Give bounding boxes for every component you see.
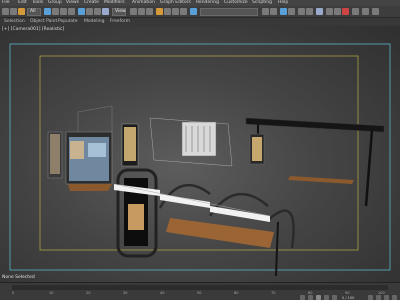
curve-editor-icon[interactable] xyxy=(298,8,305,15)
scene-explorer-icon[interactable] xyxy=(280,8,287,15)
camera-viewport[interactable]: [+] [Camera001] [Realistic] None Selecte… xyxy=(0,26,400,282)
light-box-panel xyxy=(121,123,139,167)
previous-frame-icon[interactable] xyxy=(308,295,313,300)
tick-label: 20 xyxy=(86,291,91,295)
wooden-bench-right xyxy=(288,176,354,184)
keyboard-shortcut-icon[interactable] xyxy=(146,8,153,15)
tick-label: 40 xyxy=(160,291,165,295)
bus-shelter-left xyxy=(47,105,113,191)
tick-label: 60 xyxy=(234,291,239,295)
tick-label: 90 xyxy=(345,291,350,295)
bus-shelter-wire xyxy=(149,117,233,167)
time-slider[interactable] xyxy=(12,285,388,290)
tick-label: 0 xyxy=(12,291,15,295)
viewport-status: None Selected xyxy=(2,275,35,280)
render-setup-icon[interactable] xyxy=(326,8,333,15)
render-online-icon[interactable] xyxy=(362,8,369,15)
render-production-icon[interactable] xyxy=(342,8,349,15)
align-icon[interactable] xyxy=(270,8,277,15)
reference-coordinate-dropdown[interactable]: View xyxy=(112,8,126,16)
bus-shelter-black xyxy=(245,117,385,207)
ribbon-tab-freeform[interactable]: Freeform xyxy=(110,19,130,24)
pan-view-icon[interactable] xyxy=(376,295,381,300)
orbit-icon[interactable] xyxy=(384,295,389,300)
maximize-viewport-icon[interactable] xyxy=(392,295,397,300)
main-toolbar: All View xyxy=(0,6,400,18)
wooden-bench-left xyxy=(68,184,112,191)
bus-shelter-glass xyxy=(113,168,295,277)
angle-snap-icon[interactable] xyxy=(164,8,171,15)
link-icon[interactable] xyxy=(18,8,25,15)
mirror-icon[interactable] xyxy=(262,8,269,15)
named-selection-set-dropdown[interactable] xyxy=(200,8,258,16)
play-icon[interactable] xyxy=(316,295,321,300)
ribbon-tab-object-paint[interactable]: Object Paint xyxy=(30,19,57,24)
tick-label: 70 xyxy=(271,291,276,295)
pivot-icon[interactable] xyxy=(130,8,137,15)
snaps-toggle-icon[interactable] xyxy=(156,8,163,15)
selection-filter-dropdown[interactable]: All xyxy=(27,8,41,16)
wooden-bench-front xyxy=(166,218,274,248)
rotate-icon[interactable] xyxy=(86,8,93,15)
zoom-extents-icon[interactable] xyxy=(368,295,373,300)
schematic-view-icon[interactable] xyxy=(306,8,313,15)
go-to-end-icon[interactable] xyxy=(332,295,337,300)
spinner-snap-icon[interactable] xyxy=(180,8,187,15)
go-to-start-icon[interactable] xyxy=(300,295,305,300)
select-by-name-icon[interactable] xyxy=(52,8,59,15)
layer-explorer-icon[interactable] xyxy=(288,8,295,15)
roof-light-strip-2 xyxy=(160,194,210,208)
move-icon[interactable] xyxy=(78,8,85,15)
scene-canvas xyxy=(9,43,391,277)
frame-counter: 0 / 100 xyxy=(342,296,355,300)
edit-named-selection-icon[interactable] xyxy=(190,8,197,15)
percent-snap-icon[interactable] xyxy=(172,8,179,15)
undo-icon[interactable] xyxy=(2,8,9,15)
material-editor-icon[interactable] xyxy=(316,8,323,15)
open-autodesk-a360-icon[interactable] xyxy=(372,8,379,15)
tick-label: 10 xyxy=(49,291,54,295)
ribbon-tab-modeling[interactable]: Modeling xyxy=(84,19,104,24)
ribbon: Selection Object Paint Populate Modeling… xyxy=(0,18,400,26)
ribbon-tab-selection[interactable]: Selection xyxy=(4,19,25,24)
next-frame-icon[interactable] xyxy=(324,295,329,300)
tick-label: 50 xyxy=(197,291,202,295)
window-crossing-icon[interactable] xyxy=(68,8,75,15)
select-manipulate-icon[interactable] xyxy=(138,8,145,15)
placement-icon[interactable] xyxy=(102,8,109,15)
timeline-bar: 0 10 20 30 40 50 60 70 80 90 100 0 / 100 xyxy=(0,282,400,300)
redo-icon[interactable] xyxy=(10,8,17,15)
tick-label: 30 xyxy=(123,291,128,295)
select-object-icon[interactable] xyxy=(44,8,51,15)
scale-icon[interactable] xyxy=(94,8,101,15)
rectangular-selection-icon[interactable] xyxy=(60,8,67,15)
rendered-frame-window-icon[interactable] xyxy=(334,8,341,15)
render-iterative-icon[interactable] xyxy=(352,8,359,15)
ribbon-tab-populate[interactable]: Populate xyxy=(58,19,78,24)
